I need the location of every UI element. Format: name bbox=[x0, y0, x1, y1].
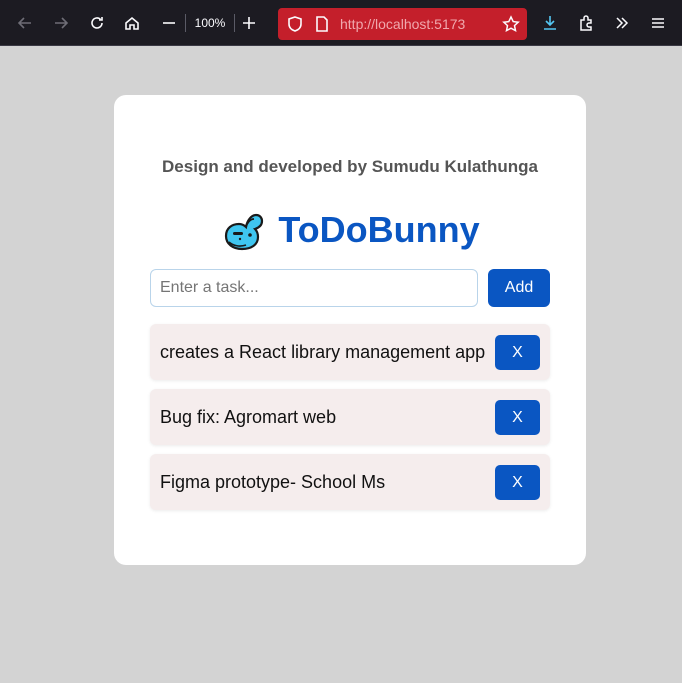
page-icon[interactable] bbox=[307, 9, 337, 39]
task-list: creates a React library management app X… bbox=[150, 324, 550, 519]
url-host: localhost bbox=[375, 16, 431, 32]
bookmark-star-icon[interactable] bbox=[496, 9, 526, 39]
menu-icon[interactable] bbox=[643, 8, 673, 38]
reload-icon[interactable] bbox=[82, 8, 112, 38]
back-icon[interactable] bbox=[10, 8, 40, 38]
bunny-whale-logo-icon bbox=[225, 213, 264, 251]
url-scheme: http:// bbox=[340, 16, 376, 32]
url-port: :5173 bbox=[430, 16, 466, 32]
zoom-level[interactable]: 100% bbox=[190, 14, 230, 32]
browser-toolbar: 100% http://localhost:5173 bbox=[0, 0, 682, 46]
delete-task-button[interactable]: X bbox=[495, 335, 540, 370]
task-text: creates a React library management app bbox=[160, 342, 486, 362]
extensions-icon[interactable] bbox=[571, 8, 601, 38]
app-title: ToDoBunny bbox=[278, 209, 480, 250]
brand-header: ToDoBunny bbox=[114, 205, 586, 255]
zoom-out-icon[interactable] bbox=[154, 8, 184, 38]
task-text: Figma prototype- School Ms bbox=[160, 472, 386, 492]
url-text[interactable]: http://localhost:5173 bbox=[340, 8, 465, 40]
credit-text: Design and developed by Sumudu Kulathung… bbox=[162, 157, 538, 176]
zoom-in-icon[interactable] bbox=[234, 8, 264, 38]
forward-icon[interactable] bbox=[46, 8, 76, 38]
delete-task-button[interactable]: X bbox=[495, 400, 540, 435]
todo-card: Design and developed by Sumudu Kulathung… bbox=[114, 95, 586, 565]
add-task-button[interactable]: Add bbox=[488, 269, 550, 307]
task-text: Bug fix: Agromart web bbox=[160, 407, 337, 427]
divider bbox=[185, 14, 186, 32]
delete-task-button[interactable]: X bbox=[495, 465, 540, 500]
overflow-icon[interactable] bbox=[607, 8, 637, 38]
home-icon[interactable] bbox=[117, 8, 147, 38]
task-item: creates a React library management app X bbox=[150, 324, 550, 380]
task-input[interactable] bbox=[150, 269, 478, 307]
download-icon[interactable] bbox=[535, 8, 565, 38]
task-item: Figma prototype- School Ms X bbox=[150, 454, 550, 510]
shield-icon[interactable] bbox=[280, 9, 310, 39]
task-item: Bug fix: Agromart web X bbox=[150, 389, 550, 445]
url-bar[interactable]: http://localhost:5173 bbox=[278, 8, 527, 40]
